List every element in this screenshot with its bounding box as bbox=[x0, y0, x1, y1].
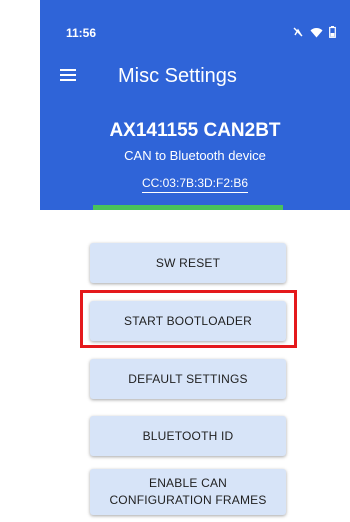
enable-can-configuration-frames-button[interactable]: ENABLE CAN CONFIGURATION FRAMES bbox=[90, 469, 286, 515]
button-list: SW RESET START BOOTLOADER DEFAULT SETTIN… bbox=[0, 0, 350, 522]
bluetooth-id-button[interactable]: BLUETOOTH ID bbox=[90, 416, 286, 456]
sw-reset-button[interactable]: SW RESET bbox=[90, 243, 286, 283]
default-settings-button[interactable]: DEFAULT SETTINGS bbox=[90, 359, 286, 399]
highlight-box bbox=[80, 290, 297, 348]
